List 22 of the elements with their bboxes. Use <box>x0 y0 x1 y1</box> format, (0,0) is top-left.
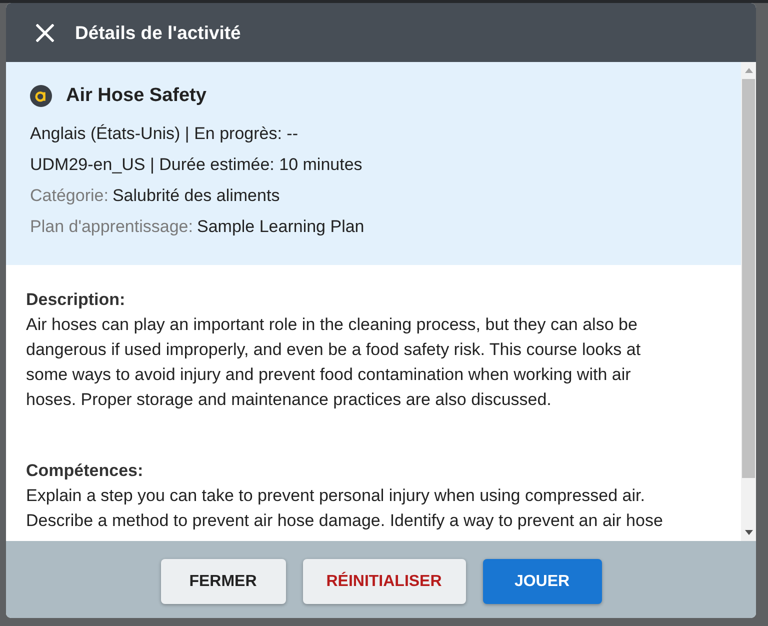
field-label: Catégorie: <box>30 185 108 207</box>
reset-button[interactable]: RÉINITIALISER <box>302 559 466 604</box>
info-line: UDM29-en_US | Durée estimée: 10 minutes <box>30 154 364 176</box>
play-button[interactable]: JOUER <box>482 559 602 604</box>
section-heading: Description: <box>26 289 126 311</box>
info-line: Anglais (États-Unis) | En progrès: -- <box>30 123 299 145</box>
scrollbar-thumb[interactable] <box>742 79 755 478</box>
course-title: Air Hose Safety <box>66 85 206 107</box>
scroll-up-icon[interactable] <box>744 68 752 73</box>
field-label: Plan d'apprentissage: <box>30 216 193 238</box>
close-button[interactable] <box>36 24 54 42</box>
scrollbar[interactable] <box>741 62 756 541</box>
field-value: Salubrité des aliments <box>112 185 280 207</box>
close-icon <box>36 24 54 42</box>
dialog-title: Détails de l'activité <box>75 22 241 44</box>
close-button[interactable]: FERMER <box>160 559 286 604</box>
section-text: Air hoses can play an important role in the cleaning process, but they can also be dangerous if used improperly, and even be a food safety risk. This course looks at some ways to avoid injury and prevent food contamination when working with air hoses. Proper storage and maintenance practices are also discussed. <box>26 314 642 411</box>
section-text: Explain a step you can take to prevent personal injury when using compressed air. Describe a method to prevent air hose damage. Identify a way to prevent an air hose <box>26 485 664 532</box>
circle-logo-icon <box>30 85 52 107</box>
section-heading: Compétences: <box>26 460 144 482</box>
scroll-down-icon[interactable] <box>744 530 752 535</box>
field-value: Sample Learning Plan <box>196 216 364 238</box>
